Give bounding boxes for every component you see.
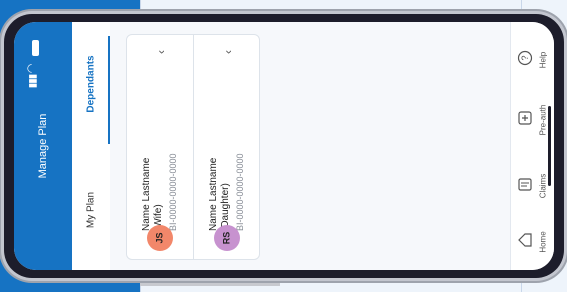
avatar: RS	[213, 225, 240, 251]
dependant-relation: (Daughter)	[219, 183, 231, 231]
chevron-up-icon[interactable]: ‹	[221, 50, 235, 54]
avatar-initials: JS	[154, 232, 165, 244]
tab-dependants[interactable]: Dependants	[86, 55, 97, 112]
avatar: JS	[147, 225, 173, 251]
signal-icon: ▮▮▮	[27, 74, 39, 89]
dependant-card[interactable]: ‹ Name Lastname (Wife) BI-0000-0000-0000…	[127, 35, 193, 259]
dependant-id: BI-0000-0000-0000	[234, 153, 245, 231]
dependant-name: Name Lastname	[141, 157, 152, 231]
tab-my-plan[interactable]: My Plan	[86, 192, 97, 228]
phone-screen: ◠ ▮▮▮ Manage Plan My Plan Dependants ‹ N…	[14, 22, 554, 270]
help-icon: ?	[517, 50, 533, 66]
chevron-up-icon[interactable]: ‹	[154, 50, 168, 54]
app-header: ◠ ▮▮▮ Manage Plan	[14, 22, 72, 270]
battery-icon	[32, 40, 39, 56]
nav-help[interactable]: ? Help	[511, 36, 554, 84]
dependants-content: ‹ Name Lastname (Wife) BI-0000-0000-0000…	[110, 22, 510, 270]
tab-bar: My Plan Dependants	[72, 22, 111, 270]
dependant-relation: (Wife)	[153, 204, 164, 231]
home-indicator	[548, 106, 551, 186]
nav-label: Home	[538, 231, 548, 253]
nav-home[interactable]: Home	[511, 218, 554, 266]
background-divider	[140, 282, 280, 286]
svg-text:?: ?	[520, 55, 530, 60]
nav-label: Help	[538, 51, 548, 69]
nav-label: Pre-auth	[538, 104, 548, 136]
claims-icon	[518, 178, 532, 191]
dependants-list: ‹ Name Lastname (Wife) BI-0000-0000-0000…	[126, 34, 260, 260]
status-bar: ◠ ▮▮▮	[24, 40, 60, 88]
home-icon	[518, 233, 532, 247]
dependant-card[interactable]: ‹ Name Lastname (Daughter) BI-0000-0000-…	[192, 35, 260, 259]
phone-frame: ◠ ▮▮▮ Manage Plan My Plan Dependants ‹ N…	[4, 14, 564, 278]
avatar-initials: RS	[221, 231, 232, 245]
dependant-details: Name Lastname (Wife) BI-0000-0000-0000	[141, 91, 179, 231]
dependant-details: Name Lastname (Daughter) BI-0000-0000-00…	[208, 91, 246, 231]
dependant-id: BI-0000-0000-0000	[168, 153, 178, 231]
page-title: Manage Plan	[37, 113, 49, 179]
dependant-name: Name Lastname	[207, 157, 219, 231]
wifi-icon: ◠	[25, 63, 38, 74]
nav-label: Claims	[538, 173, 548, 199]
preauth-icon	[518, 111, 532, 125]
